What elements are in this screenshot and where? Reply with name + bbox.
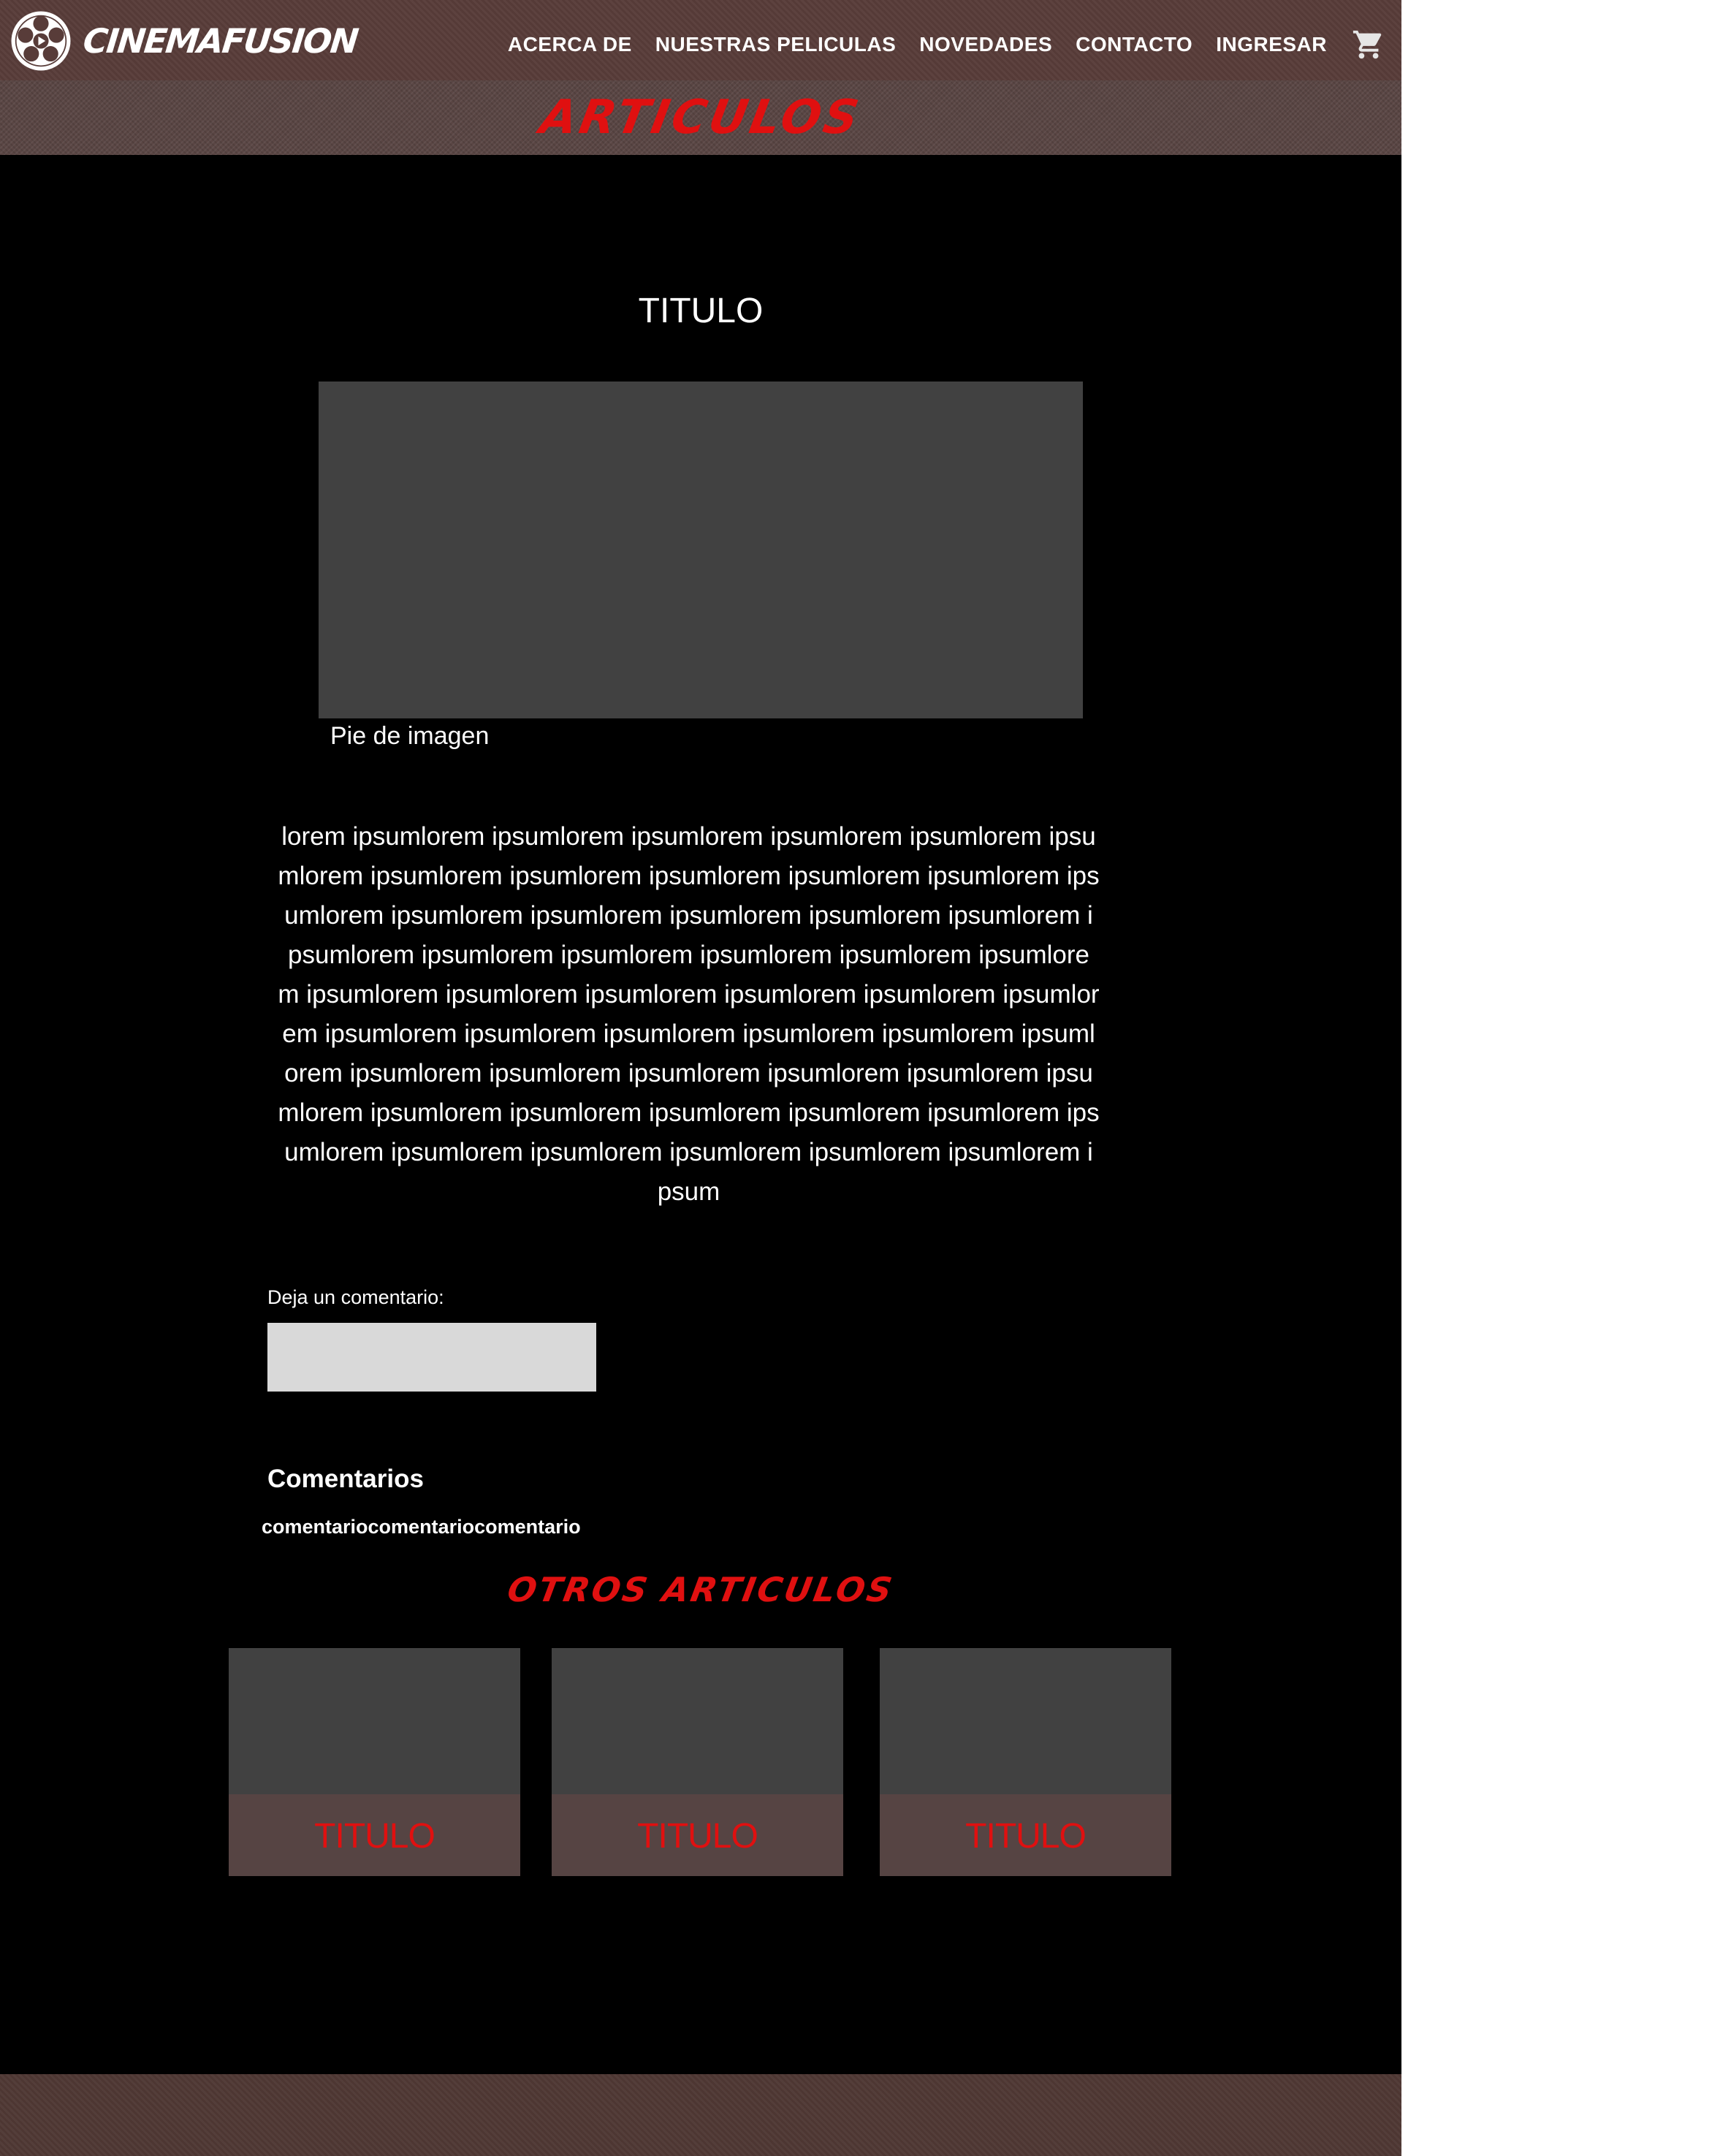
site-header: CINEMAFUSION ACERCA DE NUESTRAS PELICULA… xyxy=(0,0,1401,80)
comments-heading: Comentarios xyxy=(267,1465,424,1493)
article-card-title: TITULO xyxy=(965,1817,1087,1856)
nav-item-novedades[interactable]: NOVEDADES xyxy=(919,33,1052,56)
brand-name: CINEMAFUSION xyxy=(81,21,359,61)
article-card[interactable]: TITULO xyxy=(880,1648,1171,1876)
other-articles-title: OTROS ARTICULOS xyxy=(504,1570,897,1609)
section-banner: ARTICULOS xyxy=(0,80,1401,155)
article-card-title: TITULO xyxy=(314,1817,435,1856)
site-footer xyxy=(0,2074,1401,2156)
article-card-image xyxy=(552,1648,843,1794)
banner-title: ARTICULOS xyxy=(536,91,866,145)
film-reel-icon xyxy=(11,11,71,71)
article-card[interactable]: TITULO xyxy=(552,1648,843,1876)
nav-item-nuestras-peliculas[interactable]: NUESTRAS PELICULAS xyxy=(655,33,896,56)
article-card[interactable]: TITULO xyxy=(229,1648,520,1876)
comment-label: Deja un comentario: xyxy=(267,1286,444,1308)
brand-logo[interactable]: CINEMAFUSION xyxy=(9,9,359,73)
shopping-cart-icon[interactable] xyxy=(1352,28,1385,61)
nav-item-ingresar[interactable]: INGRESAR xyxy=(1216,33,1327,56)
comment-item: comentariocomentariocomentario xyxy=(262,1516,581,1538)
article-image-placeholder xyxy=(319,382,1083,718)
article-body: lorem ipsumlorem ipsumlorem ipsumlorem i… xyxy=(278,822,1100,1206)
article-title: TITULO xyxy=(638,292,764,330)
article-card-title: TITULO xyxy=(637,1817,758,1856)
article-card-image xyxy=(229,1648,520,1794)
article-card-image xyxy=(880,1648,1171,1794)
comment-input[interactable] xyxy=(267,1323,596,1392)
page: CINEMAFUSION ACERCA DE NUESTRAS PELICULA… xyxy=(0,0,1401,2156)
main-nav: ACERCA DE NUESTRAS PELICULAS NOVEDADES C… xyxy=(484,0,1401,89)
image-caption: Pie de imagen xyxy=(330,722,490,750)
nav-item-contacto[interactable]: CONTACTO xyxy=(1076,33,1192,56)
nav-item-acerca-de[interactable]: ACERCA DE xyxy=(508,33,632,56)
